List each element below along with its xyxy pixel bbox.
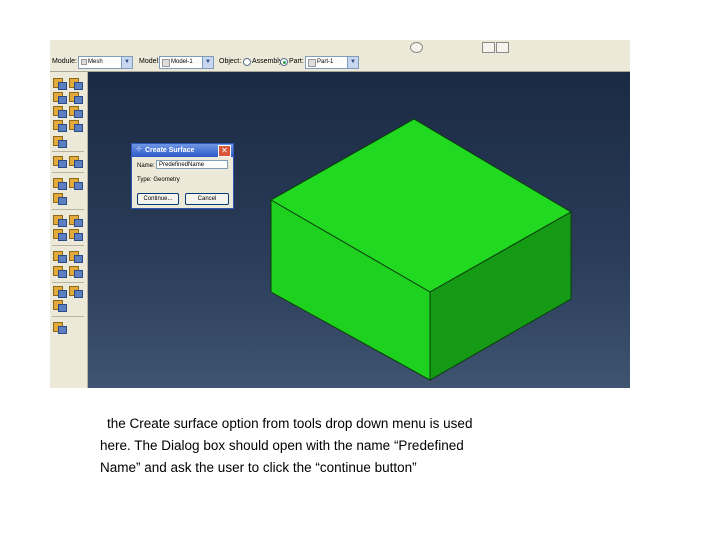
dialog-title: Create Surface xyxy=(145,147,195,154)
datum-point-icon[interactable] xyxy=(53,251,67,263)
continue-button[interactable]: Continue... xyxy=(137,193,179,205)
seed-part-icon[interactable] xyxy=(53,78,67,90)
name-label: Name: xyxy=(137,163,155,169)
caption-line-1: the Create surface option from tools dro… xyxy=(107,416,473,431)
context-bar: Module: Mesh ▼ Model: Model-1 ▼ Object: … xyxy=(50,53,630,72)
part-combo[interactable]: Part-1 ▼ xyxy=(305,56,359,69)
mesh-part-icon[interactable] xyxy=(53,106,67,118)
type-label: Type: xyxy=(137,177,152,183)
create-set-icon[interactable] xyxy=(69,286,83,298)
object-label: Object: xyxy=(219,58,242,65)
virtual-topology-icon[interactable] xyxy=(53,193,67,205)
create-surface-dialog: ⊹ Create Surface ✕ Name: PredefinedName … xyxy=(131,143,234,209)
toolbox xyxy=(50,72,88,388)
element-type-icon[interactable] xyxy=(53,156,67,168)
mesh-assign-icon[interactable] xyxy=(69,229,83,241)
surface-icon: ⊹ xyxy=(136,146,142,153)
chevron-down-icon[interactable]: ▼ xyxy=(202,57,213,68)
viewport[interactable] xyxy=(88,72,630,388)
seed-edge-icon[interactable] xyxy=(69,78,83,90)
caption-line-3: Name” and ask the user to click the “con… xyxy=(100,460,417,475)
toolbar-window-icon[interactable] xyxy=(496,42,509,53)
mesh-controls-icon[interactable] xyxy=(53,136,67,148)
delete-mesh-icon[interactable] xyxy=(53,120,67,132)
cancel-button[interactable]: Cancel xyxy=(185,193,229,205)
chevron-down-icon[interactable]: ▼ xyxy=(347,57,358,68)
part-radio[interactable] xyxy=(280,58,288,66)
datum-csys-icon[interactable] xyxy=(69,266,83,278)
assembly-radio[interactable] xyxy=(243,58,251,66)
part-icon xyxy=(308,59,316,67)
orphan-mesh-icon[interactable] xyxy=(69,215,83,227)
part-label: Part: xyxy=(289,58,304,65)
seed-bias-icon[interactable] xyxy=(69,92,83,104)
mesh-region-icon[interactable] xyxy=(69,106,83,118)
type-value: Geometry xyxy=(153,177,180,183)
caption-line-2: here. The Dialog box should open with th… xyxy=(100,438,464,453)
verify-mesh-icon[interactable] xyxy=(69,120,83,132)
partition-icon[interactable] xyxy=(53,178,67,190)
model-combo[interactable]: Model-1 ▼ xyxy=(159,56,214,69)
chevron-down-icon[interactable]: ▼ xyxy=(121,57,132,68)
datum-plane-icon[interactable] xyxy=(53,266,67,278)
toolbar-globe-icon[interactable] xyxy=(410,42,423,53)
type-readout: Type: Geometry xyxy=(137,177,180,183)
offset-mesh-icon[interactable] xyxy=(53,229,67,241)
top-toolbar-strip xyxy=(50,40,630,54)
module-label: Module: xyxy=(52,58,77,65)
model-label: Model: xyxy=(139,58,161,65)
datum-axis-icon[interactable] xyxy=(69,251,83,263)
query-icon[interactable] xyxy=(69,156,83,168)
toolbar-window-icon[interactable] xyxy=(482,42,495,53)
module-combo[interactable]: Mesh ▼ xyxy=(78,56,133,69)
delete-seed-icon[interactable] xyxy=(53,92,67,104)
create-surface-icon[interactable] xyxy=(53,286,67,298)
model-icon xyxy=(162,59,170,67)
dialog-title-bar[interactable]: ⊹ Create Surface ✕ xyxy=(132,144,233,157)
part-value: Part-1 xyxy=(317,59,334,65)
part-box-3d xyxy=(269,118,572,381)
tools-icon[interactable] xyxy=(53,322,67,334)
module-icon xyxy=(81,59,87,65)
edit-mesh-icon[interactable] xyxy=(53,215,67,227)
partition-cell-icon[interactable] xyxy=(69,178,83,190)
model-value: Model-1 xyxy=(171,59,193,65)
repair-icon[interactable] xyxy=(53,300,67,312)
caption: the Create surface option from tools dro… xyxy=(100,413,530,479)
close-icon[interactable]: ✕ xyxy=(218,145,231,157)
module-value: Mesh xyxy=(88,59,103,65)
name-field[interactable]: PredefinedName xyxy=(156,160,228,169)
assembly-label: Assembly xyxy=(252,58,283,65)
